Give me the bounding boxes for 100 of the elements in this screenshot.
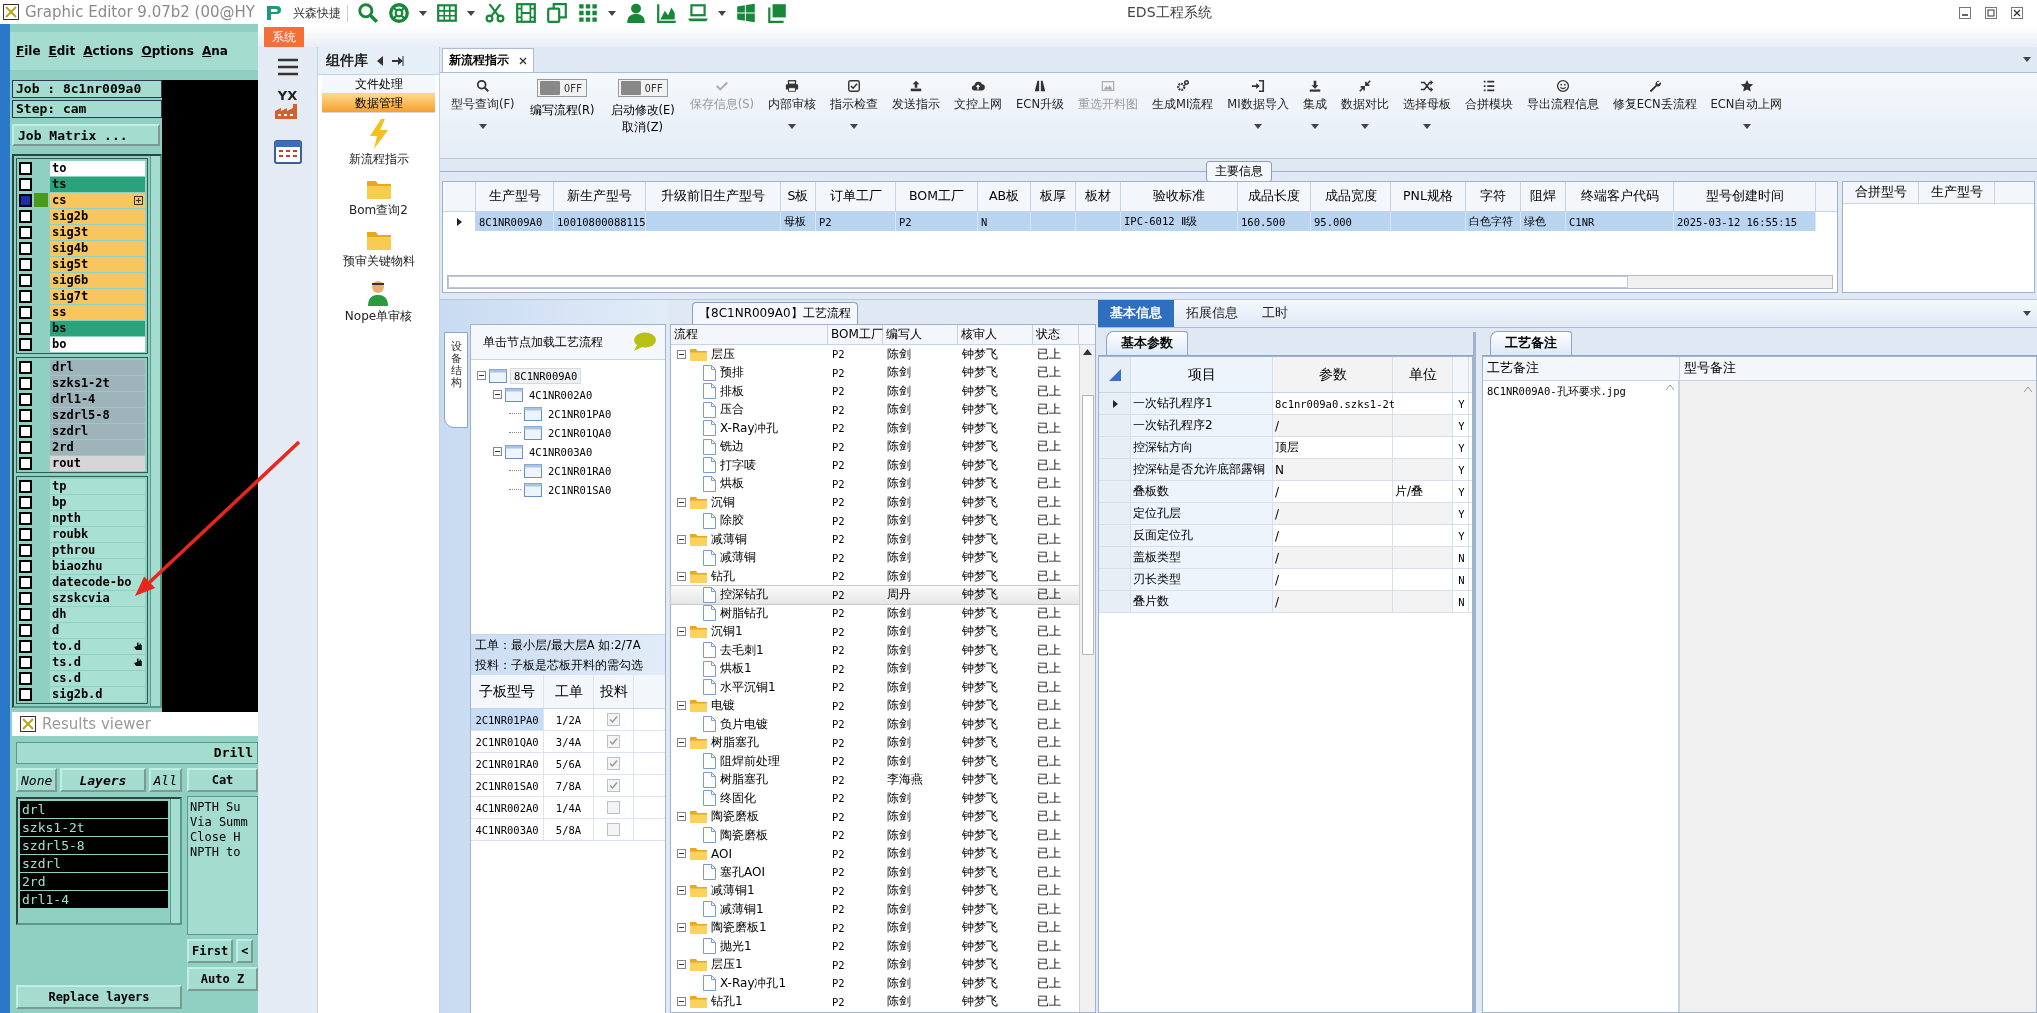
layer-checkbox[interactable]	[19, 495, 32, 509]
toolbar-button[interactable]: 合拼模块	[1457, 79, 1520, 112]
windows-icon[interactable]	[735, 2, 757, 24]
library-item[interactable]: Nope单审核	[344, 308, 413, 325]
logo-tile[interactable]: YX	[270, 89, 305, 125]
layer-field[interactable]: sig7t	[50, 288, 145, 304]
layer-checkbox[interactable]	[19, 360, 32, 374]
table-row[interactable]: 2C1NR01PA0 1/2A	[471, 709, 665, 731]
copy-icon[interactable]	[546, 2, 568, 24]
process-row[interactable]: 树脂塞孔 P2 陈剑 钟梦飞 已上	[671, 733, 1079, 752]
table-row[interactable]: 2C1NR01RA0 5/6A	[471, 753, 665, 775]
collapse-left-icon[interactable]	[376, 55, 384, 66]
checkbox[interactable]	[607, 735, 620, 748]
layer-field[interactable]: roubk	[50, 526, 145, 542]
process-row[interactable]: 压合 P2 陈剑 钟梦飞 已上	[671, 400, 1079, 419]
toolbar-button[interactable]: 文控上网	[947, 79, 1010, 112]
person-icon[interactable]	[625, 2, 647, 24]
tree-node[interactable]: 4C1NR003A0	[526, 444, 596, 459]
column-header[interactable]: 生产型号	[476, 182, 554, 211]
table-row[interactable]: 一次钻孔程序1 8c1nr009a0.szks1-2t Y	[1099, 393, 1472, 415]
tree-node[interactable]: 2C1NR01SA0	[545, 482, 615, 497]
collapse-icon[interactable]	[677, 627, 686, 637]
layer-checkbox[interactable]	[19, 305, 32, 319]
process-row[interactable]: 减薄铜 P2 陈剑 钟梦飞 已上	[671, 530, 1079, 549]
layer-field[interactable]: to.d	[50, 638, 145, 654]
table-row[interactable]: 叠片数 / N	[1099, 591, 1472, 613]
column-header[interactable]: 新生产型号	[554, 182, 646, 211]
close-icon[interactable]	[519, 56, 527, 65]
menu-item[interactable]: Ana	[202, 44, 228, 58]
process-row[interactable]: X-Ray冲孔 P2 陈剑 钟梦飞 已上	[671, 419, 1079, 438]
layer-checkbox[interactable]	[19, 511, 32, 525]
collapse-icon[interactable]	[493, 447, 502, 456]
layer-field[interactable]: drl1-4	[50, 391, 145, 407]
column-header[interactable]: 工艺备注	[1483, 357, 1680, 380]
column-header[interactable]: AB板	[978, 182, 1031, 211]
column-header[interactable]: 字符	[1466, 182, 1521, 211]
column-header[interactable]: 验收标准	[1121, 182, 1238, 211]
layer-checkbox[interactable]	[19, 257, 32, 271]
layer-field[interactable]: sig4b	[50, 240, 145, 256]
category-header[interactable]: 文件处理	[322, 75, 435, 94]
layer-checkbox[interactable]	[19, 575, 32, 589]
process-row[interactable]: 抛光1 P2 陈剑 钟梦飞 已上	[671, 937, 1079, 956]
layer-field[interactable]: dh	[50, 606, 145, 622]
toolbar-button[interactable]: 发送指示	[885, 79, 948, 112]
layer-checkbox[interactable]	[19, 440, 32, 454]
toolbar-button[interactable]: 集成	[1295, 79, 1334, 129]
process-row[interactable]: 去毛刺1 P2 陈剑 钟梦飞 已上	[671, 641, 1079, 660]
layer-list-item[interactable]: szks1-2t	[20, 819, 168, 836]
layer-field[interactable]: szdrl	[50, 423, 145, 439]
layer-checkbox[interactable]	[19, 408, 32, 422]
column-header[interactable]: 子板型号	[471, 675, 544, 708]
column-header[interactable]: PNL规格	[1391, 182, 1466, 211]
process-row[interactable]: 陶瓷磨板 P2 陈剑 钟梦飞 已上	[671, 826, 1079, 845]
panel-tab[interactable]: 工艺备注	[1490, 331, 1572, 355]
column-header[interactable]: 合拼型号	[1843, 182, 1919, 203]
process-row[interactable]: 烘板1 P2 陈剑 钟梦飞 已上	[671, 659, 1079, 678]
collapse-icon[interactable]	[677, 571, 686, 581]
process-row[interactable]: 预排 P2 陈剑 钟梦飞 已上	[671, 363, 1079, 382]
layer-field[interactable]: sig3t	[50, 224, 145, 240]
toolbar-button[interactable]: 选择母板	[1395, 79, 1458, 129]
layer-field[interactable]: cs.d	[50, 670, 145, 686]
column-header[interactable]: 板厚	[1031, 182, 1076, 211]
replace-layers-button[interactable]: Replace layers	[16, 985, 182, 1009]
table-row[interactable]: 叠板数 / 片/叠 Y	[1099, 481, 1472, 503]
nav-button[interactable]: <	[236, 939, 254, 963]
process-row[interactable]: 减薄铜1 P2 陈剑 钟梦飞 已上	[671, 900, 1079, 919]
toolbar-button[interactable]: ECN升级	[1009, 79, 1071, 112]
table-row[interactable]: 2C1NR01SA0 7/8A	[471, 775, 665, 797]
auto-zoom-button[interactable]: Auto Z	[187, 967, 258, 991]
column-header[interactable]: 阻焊	[1521, 182, 1566, 211]
layer-field[interactable]: to	[50, 160, 145, 176]
column-header[interactable]: 工单	[544, 675, 594, 708]
process-row[interactable]: 阻焊前处理 P2 陈剑 钟梦飞 已上	[671, 752, 1079, 771]
layer-checkbox[interactable]	[19, 193, 32, 207]
collapse-icon[interactable]	[677, 738, 686, 748]
tree-node[interactable]: 4C1NR002A0	[526, 387, 596, 402]
layer-field[interactable]: sig5t	[50, 256, 145, 272]
layer-checkbox[interactable]	[19, 289, 32, 303]
menu-item[interactable]: Options	[141, 44, 194, 58]
column-header[interactable]: 型号备注	[1680, 357, 2036, 380]
column-header[interactable]: 核审人	[958, 325, 1033, 344]
collapse-icon[interactable]	[677, 534, 686, 544]
layer-field[interactable]: ts.d	[50, 654, 145, 670]
table-row[interactable]: 控深钻是否允许底部露铜 N Y	[1099, 459, 1472, 481]
minimize-icon[interactable]	[1959, 7, 1971, 19]
checkbox[interactable]	[607, 823, 620, 836]
table-row[interactable]: 2C1NR01QA0 3/4A	[471, 731, 665, 753]
maximize-icon[interactable]	[1985, 7, 1997, 19]
collapse-icon[interactable]	[677, 349, 686, 359]
layer-checkbox[interactable]	[19, 209, 32, 223]
toolbar-button[interactable]: 修复ECN丢流程	[1605, 79, 1704, 112]
layer-checkbox[interactable]	[19, 376, 32, 390]
column-header[interactable]: 项目	[1131, 357, 1273, 392]
library-item[interactable]: 新流程指示	[348, 151, 409, 168]
toolbar-button[interactable]: MI数据导入	[1220, 79, 1296, 129]
column-header[interactable]: 编写人	[883, 325, 958, 344]
layer-field[interactable]: d	[50, 622, 145, 638]
category-header[interactable]: Cat	[187, 768, 258, 792]
toolbar-button[interactable]: 型号查询(F)	[444, 79, 522, 129]
layer-field[interactable]: pthrou	[50, 542, 145, 558]
